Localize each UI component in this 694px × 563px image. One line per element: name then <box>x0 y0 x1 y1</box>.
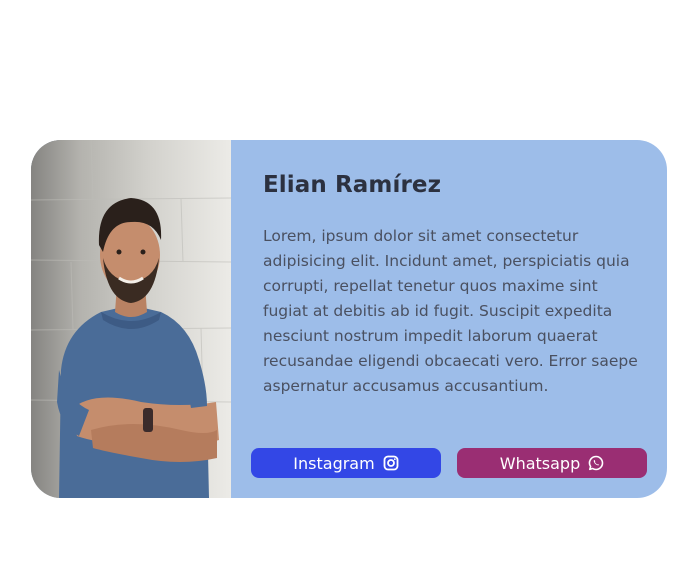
whatsapp-icon <box>588 455 604 471</box>
whatsapp-button-label: Whatsapp <box>499 453 581 473</box>
instagram-button-label: Instagram <box>293 453 375 473</box>
person-illustration <box>31 140 231 498</box>
profile-content: Elian Ramírez Lorem, ipsum dolor sit ame… <box>231 140 667 498</box>
profile-card: Elian Ramírez Lorem, ipsum dolor sit ame… <box>31 140 667 498</box>
profile-bio: Lorem, ipsum dolor sit amet consectetur … <box>263 227 638 395</box>
instagram-button[interactable]: Instagram <box>251 448 441 478</box>
whatsapp-button[interactable]: Whatsapp <box>457 448 647 478</box>
instagram-icon <box>383 455 399 471</box>
profile-name: Elian Ramírez <box>263 172 442 198</box>
profile-photo <box>31 140 231 498</box>
